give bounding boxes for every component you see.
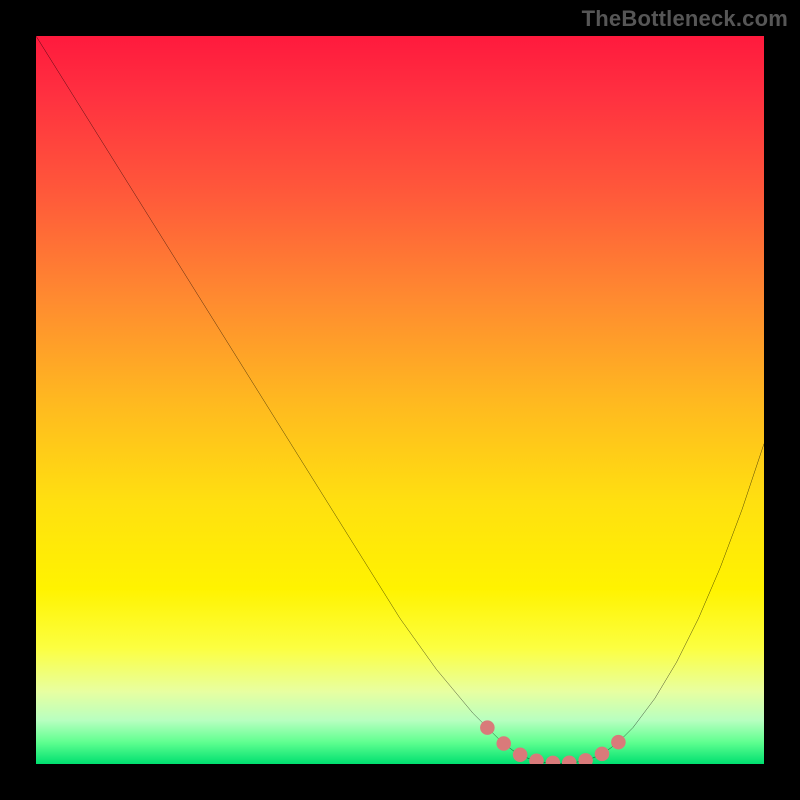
curve-path-group (36, 36, 764, 763)
bottleneck-curve (36, 36, 764, 764)
optimal-marker (611, 735, 626, 750)
plot-area (36, 36, 764, 764)
attribution-text: TheBottleneck.com (582, 6, 788, 32)
curve-path (36, 36, 764, 763)
optimal-marker (595, 747, 610, 762)
optimal-marker (578, 753, 593, 764)
optimal-marker (480, 720, 495, 735)
optimal-band-markers (480, 720, 626, 764)
optimal-marker (529, 753, 544, 764)
chart-frame: TheBottleneck.com (0, 0, 800, 800)
optimal-marker (562, 756, 577, 764)
optimal-marker (546, 756, 561, 764)
optimal-marker (513, 747, 528, 762)
optimal-marker (496, 736, 511, 751)
